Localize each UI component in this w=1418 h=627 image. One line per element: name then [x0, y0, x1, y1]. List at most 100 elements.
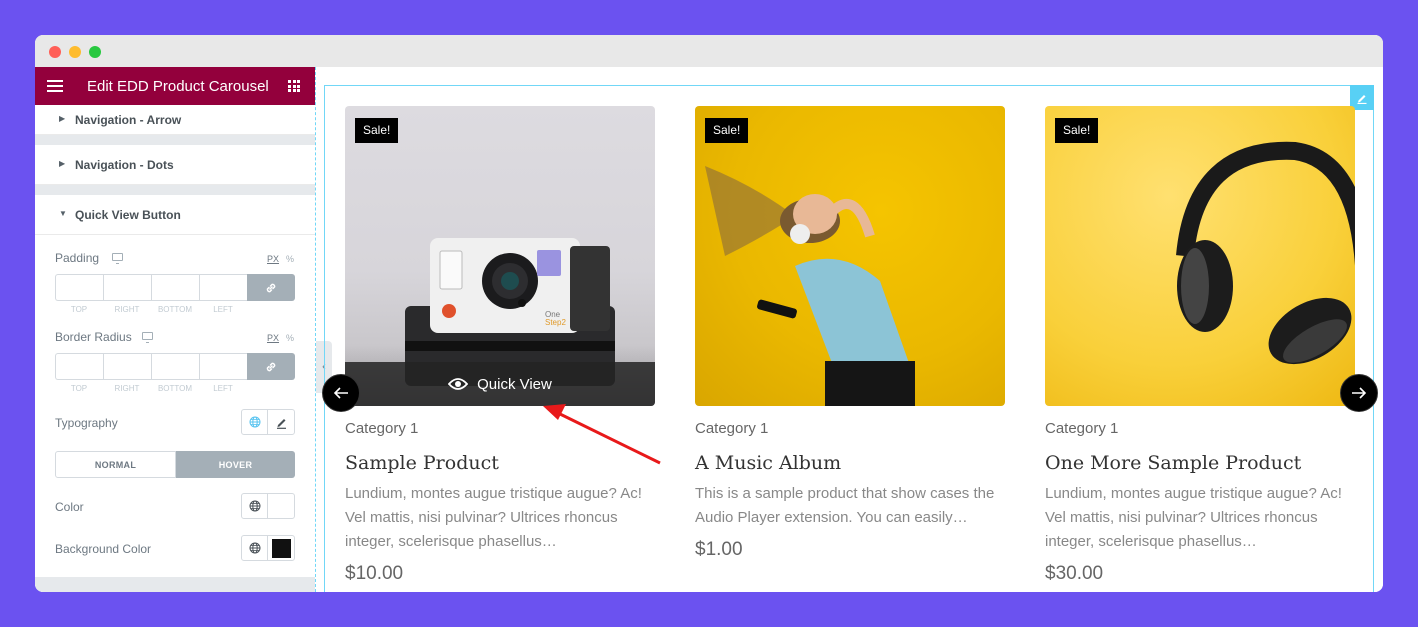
border-radius-field-labels: TOP RIGHT BOTTOM LEFT — [55, 384, 247, 393]
svg-text:Step2: Step2 — [545, 318, 566, 327]
product-price: $10.00 — [345, 563, 404, 584]
link-values-button[interactable] — [247, 353, 295, 380]
grid-icon[interactable] — [288, 80, 300, 92]
link-values-button[interactable] — [247, 274, 295, 301]
tab-normal[interactable]: NORMAL — [55, 451, 176, 478]
hamburger-icon[interactable] — [47, 80, 63, 92]
state-tabs: NORMAL HOVER — [55, 451, 295, 478]
field-label-top: TOP — [70, 305, 88, 314]
sale-badge: Sale! — [705, 118, 749, 143]
padding-inputs — [55, 274, 295, 301]
section-navigation-dots[interactable]: ▶ Navigation - Dots — [35, 145, 315, 185]
color-swatch-button[interactable] — [268, 494, 294, 518]
window-titlebar — [35, 35, 1383, 67]
eye-icon — [448, 378, 469, 390]
minimize-window-button[interactable] — [69, 46, 81, 58]
section-divider — [35, 135, 315, 145]
product-description: Lundium, montes augue tristique augue? A… — [345, 485, 642, 550]
product-price: $30.00 — [1045, 563, 1104, 584]
product-card: Sale! Category 1 One More Sample Product… — [1045, 106, 1355, 585]
woman-illustration — [705, 166, 915, 406]
radius-bottom-input[interactable] — [151, 353, 199, 380]
padding-top-input[interactable] — [55, 274, 103, 301]
background-color-label: Background Color — [55, 542, 152, 556]
section-quick-view-button[interactable]: ▼ Quick View Button — [35, 195, 315, 235]
edit-typography-button[interactable] — [268, 410, 294, 434]
product-image-camera[interactable]: One Step2 Sale! Quick View — [345, 106, 655, 406]
border-radius-label: Border Radius — [55, 330, 132, 344]
link-icon — [266, 362, 276, 371]
unit-percent[interactable]: % — [286, 254, 294, 264]
field-label-left: LEFT — [213, 305, 233, 314]
unit-px[interactable]: PX — [267, 333, 279, 343]
arrow-left-icon — [333, 387, 348, 399]
padding-field-labels: TOP RIGHT BOTTOM LEFT — [55, 305, 247, 314]
field-label-bottom: BOTTOM — [157, 384, 193, 393]
color-label: Color — [55, 500, 84, 514]
carousel-next-button[interactable] — [1340, 374, 1378, 412]
color-swatch — [271, 538, 291, 558]
camera-illustration: One Step2 — [405, 238, 615, 386]
section-label: Navigation - Dots — [75, 158, 174, 172]
quick-view-button[interactable]: Quick View — [345, 362, 655, 406]
typography-controls — [241, 409, 295, 435]
section-divider — [35, 185, 315, 195]
caret-right-icon: ▶ — [59, 159, 66, 168]
section-navigation-arrow[interactable]: ▶ Navigation - Arrow — [35, 105, 315, 135]
product-title[interactable]: A Music Album — [695, 452, 1005, 474]
globe-icon — [249, 500, 260, 512]
product-title[interactable]: One More Sample Product — [1045, 452, 1355, 474]
sale-badge: Sale! — [355, 118, 399, 143]
bg-color-swatch-button[interactable] — [268, 536, 294, 560]
field-label-top: TOP — [70, 384, 88, 393]
radius-left-input[interactable] — [199, 353, 247, 380]
product-title[interactable]: Sample Product — [345, 452, 655, 474]
product-price: $1.00 — [695, 539, 743, 560]
close-window-button[interactable] — [49, 46, 61, 58]
field-label-right: RIGHT — [114, 305, 140, 314]
color-controls — [241, 493, 295, 519]
product-category[interactable]: Category 1 — [1045, 420, 1355, 437]
headphones-illustration — [1176, 141, 1355, 365]
unit-percent[interactable]: % — [286, 333, 294, 343]
field-label-left: LEFT — [213, 384, 233, 393]
product-card: One Step2 Sale! Quick View Category 1 Sa… — [345, 106, 655, 585]
unit-px[interactable]: PX — [267, 254, 279, 264]
carousel-prev-button[interactable] — [322, 374, 360, 412]
product-description: This is a sample product that show cases… — [695, 485, 995, 526]
section-divider — [35, 577, 315, 592]
quick-view-label: Quick View — [477, 375, 552, 393]
global-color-button[interactable] — [242, 494, 269, 518]
product-image-woman-headphones[interactable]: Sale! — [695, 106, 1005, 406]
preview-canvas: ‹ One Step2 Sale! Quick View Category 1 … — [316, 67, 1383, 592]
caret-right-icon: ▶ — [59, 114, 66, 123]
padding-bottom-input[interactable] — [151, 274, 199, 301]
globe-icon — [249, 542, 260, 554]
maximize-window-button[interactable] — [89, 46, 101, 58]
global-bg-color-button[interactable] — [242, 536, 269, 560]
padding-label: Padding — [55, 251, 100, 265]
product-description: Lundium, montes augue tristique augue? A… — [1045, 485, 1342, 550]
padding-right-input[interactable] — [103, 274, 151, 301]
panel-header: Edit EDD Product Carousel — [35, 67, 315, 105]
radius-right-input[interactable] — [103, 353, 151, 380]
product-image-headphones[interactable]: Sale! — [1045, 106, 1355, 406]
panel-title: Edit EDD Product Carousel — [87, 78, 269, 95]
padding-left-input[interactable] — [199, 274, 247, 301]
typography-label: Typography — [55, 416, 118, 430]
background-color-controls — [241, 535, 295, 561]
radius-top-input[interactable] — [55, 353, 103, 380]
tab-hover[interactable]: HOVER — [176, 451, 295, 478]
pencil-icon — [276, 418, 286, 429]
product-category[interactable]: Category 1 — [345, 420, 655, 437]
section-label: Quick View Button — [75, 208, 181, 222]
desktop-icon[interactable] — [142, 332, 153, 343]
product-card: Sale! Category 1 A Music Album This is a… — [695, 106, 1005, 561]
product-category[interactable]: Category 1 — [695, 420, 1005, 437]
sale-badge: Sale! — [1055, 118, 1099, 143]
field-label-right: RIGHT — [114, 384, 140, 393]
global-typography-button[interactable] — [242, 410, 269, 434]
arrow-right-icon — [1352, 387, 1367, 399]
desktop-icon[interactable] — [112, 253, 123, 264]
globe-icon — [249, 416, 260, 428]
